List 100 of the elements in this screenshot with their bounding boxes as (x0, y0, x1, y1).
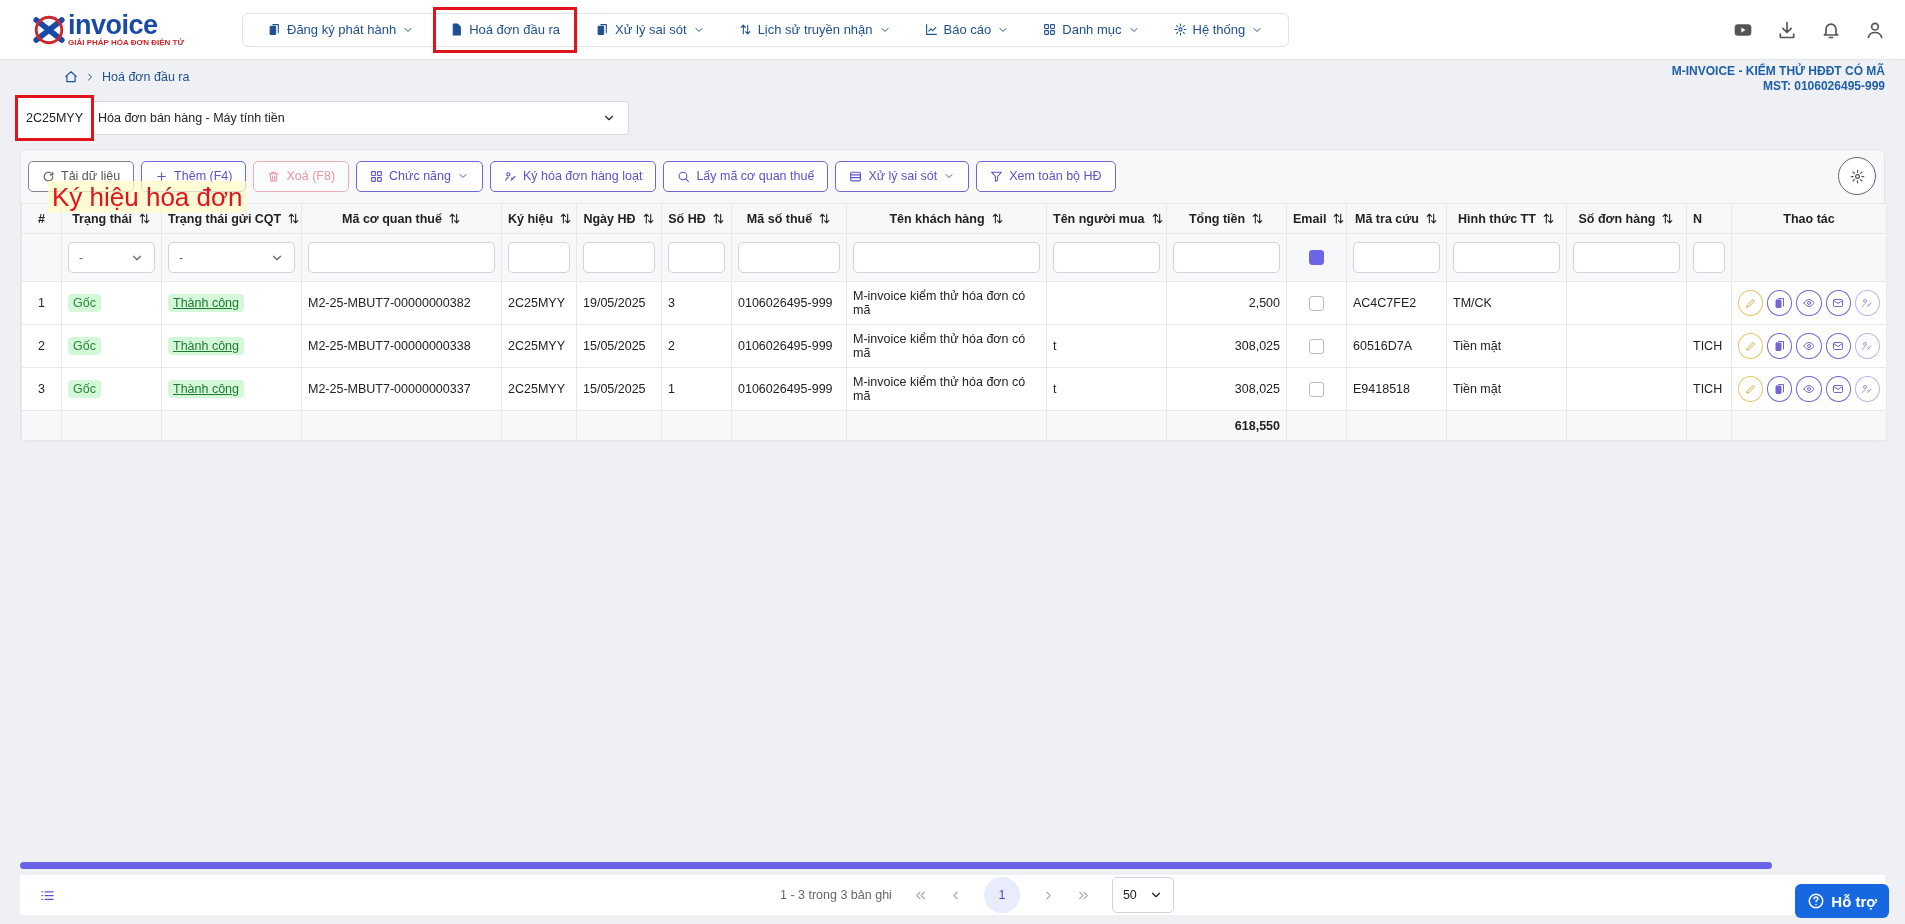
plus-icon (155, 169, 169, 183)
column-label: Ký hiệu (508, 211, 554, 226)
copy-button[interactable] (1767, 376, 1793, 402)
status-link[interactable]: Thành công (168, 294, 245, 312)
toolbar-button[interactable]: Ký hóa đơn hàng loạt (489, 160, 657, 192)
sortable-header[interactable]: Số HĐ (661, 203, 732, 234)
download-icon[interactable] (1777, 19, 1797, 40)
table-cell: 3 (661, 281, 732, 325)
signature-button[interactable] (1854, 290, 1880, 316)
sortable-header[interactable]: Mã số thuế (731, 203, 847, 234)
table-cell: M2-25-MBUT7-00000000337 (301, 367, 502, 411)
mail-button[interactable] (1825, 290, 1851, 316)
invoice-series-select[interactable]: Hóa đơn bán hàng - Máy tính tiền (94, 101, 629, 135)
help-button[interactable]: Hỗ trợ (1795, 884, 1889, 918)
view-button[interactable] (1796, 333, 1822, 359)
filter-field[interactable] (583, 242, 655, 273)
mail-icon (1832, 340, 1845, 352)
signature-button[interactable] (1854, 376, 1880, 402)
filter-field[interactable] (738, 242, 840, 273)
sort-icon (1541, 212, 1555, 225)
breadcrumb-link[interactable]: Hoá đơn đầu ra (102, 70, 190, 84)
grid-icon (370, 169, 384, 183)
toolbar-button[interactable]: Chức năng (356, 160, 483, 192)
table-cell: 3 (21, 367, 62, 411)
table-cell: 2,500 (1166, 281, 1287, 325)
sortable-header[interactable]: Ký hiệu (501, 203, 577, 234)
sort-icon (447, 212, 461, 225)
filter-select[interactable]: - (68, 242, 155, 273)
view-icon (1803, 383, 1815, 395)
filter-field[interactable] (508, 242, 570, 273)
row-checkbox[interactable] (1309, 295, 1324, 311)
table-cell: 308,025 (1166, 324, 1287, 368)
sortable-header[interactable]: Tên khách hàng (846, 203, 1047, 234)
filter-field[interactable] (1453, 242, 1560, 273)
table-cell: TM/CK (1446, 281, 1567, 325)
nav-item[interactable]: Hệ thống (1158, 15, 1279, 44)
home-icon (64, 70, 78, 84)
page-button[interactable]: 1 (983, 877, 1020, 913)
settings-button[interactable] (1838, 157, 1876, 195)
table-cell: E9418518 (1346, 367, 1447, 411)
sortable-header[interactable]: Tổng tiền (1166, 203, 1287, 234)
nav-item[interactable]: Báo cáo (909, 15, 1025, 44)
table-cell: M2-25-MBUT7-00000000382 (301, 281, 502, 325)
filter-field[interactable] (1353, 242, 1440, 273)
table-cell: AC4C7FE2 (1346, 281, 1447, 325)
sortable-header[interactable]: Mã tra cứu (1346, 203, 1447, 234)
sortable-header[interactable]: Email (1286, 203, 1347, 234)
sortable-header[interactable]: Hình thức TT (1446, 203, 1567, 234)
filter-field[interactable] (308, 242, 495, 273)
nav-item[interactable]: Danh mục (1028, 15, 1155, 44)
settings-icon (1173, 23, 1187, 36)
view-button[interactable] (1796, 290, 1822, 316)
table-cell: 0106026495-999 (731, 367, 847, 411)
nav-item[interactable]: Hoá đơn đầu ra (433, 6, 578, 53)
filter-select[interactable]: - (168, 242, 295, 273)
table-cell: 2C25MYY (501, 324, 577, 368)
sort-icon (137, 212, 151, 225)
copy-button[interactable] (1767, 333, 1793, 359)
toolbar-button[interactable]: Xem toàn bộ HĐ (976, 160, 1116, 192)
page-size-select[interactable]: 50 (1111, 877, 1174, 913)
logo-text: invoice (68, 12, 158, 38)
mail-button[interactable] (1825, 376, 1851, 402)
view-button[interactable] (1796, 376, 1822, 402)
mail-icon (1832, 297, 1845, 309)
filter-field[interactable] (853, 242, 1040, 273)
sortable-header[interactable]: Ngày HĐ (576, 203, 662, 234)
row-checkbox[interactable] (1309, 338, 1324, 354)
filter-field[interactable] (1173, 242, 1280, 273)
signature-icon (1861, 297, 1874, 309)
row-checkbox[interactable] (1309, 381, 1324, 397)
column-label: Email (1293, 211, 1327, 226)
nav-item[interactable]: Lịch sử truyền nhận (723, 15, 906, 44)
sortable-header[interactable]: Mã cơ quan thuế (301, 203, 502, 234)
column-header: Thao tác (1731, 203, 1887, 234)
filter-field[interactable] (1693, 242, 1725, 273)
nav-item[interactable]: Xử lý sai sót (581, 15, 720, 44)
copy-icon (1773, 340, 1786, 352)
status-link[interactable]: Thành công (168, 380, 245, 398)
mail-button[interactable] (1825, 333, 1851, 359)
copy-button[interactable] (1767, 290, 1793, 316)
sort-icon (287, 212, 301, 225)
signature-button[interactable] (1854, 333, 1880, 359)
table-cell: 308,025 (1166, 367, 1287, 411)
filter-field[interactable] (1573, 242, 1680, 273)
record-count: 1 - 3 trong 3 bản ghi (780, 888, 892, 902)
sortable-header[interactable]: Tên người mua (1046, 203, 1167, 234)
nav-item[interactable]: Đăng ký phát hành (253, 15, 430, 44)
filter-checkbox[interactable] (1309, 250, 1324, 265)
sortable-header[interactable]: Số đơn hàng (1566, 203, 1687, 234)
table-cell: M-invoice kiểm thử hóa đơn có mã (846, 281, 1047, 325)
status-link[interactable]: Thành công (168, 337, 245, 355)
table-cell: 15/05/2025 (576, 324, 662, 368)
filter-field[interactable] (1053, 242, 1160, 273)
toolbar-button[interactable]: Lấy mã cơ quan thuế (663, 160, 829, 192)
filter-field[interactable] (668, 242, 725, 273)
scrollbar[interactable] (20, 862, 1772, 869)
table-cell: 1 (21, 281, 62, 325)
toolbar-button[interactable]: Xử lý sai sót (835, 160, 970, 192)
company-name: M-INVOICE - KIỂM THỬ HĐĐT CÓ MÃ (1671, 64, 1885, 79)
table-cell: M-invoice kiểm thử hóa đơn có mã (846, 367, 1047, 411)
